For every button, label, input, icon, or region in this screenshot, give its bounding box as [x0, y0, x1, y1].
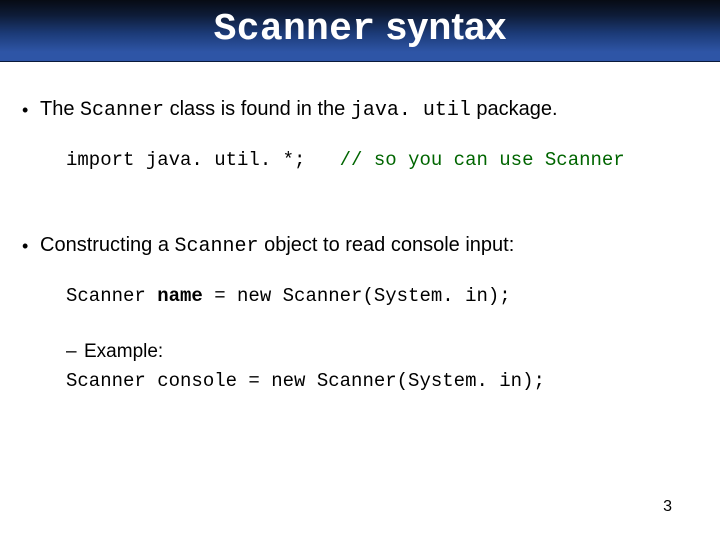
b1-code1: Scanner: [80, 99, 164, 122]
b2-post: object to read console input:: [259, 234, 515, 256]
code2-name: name: [157, 285, 203, 307]
slide-content: The Scanner class is found in the java. …: [0, 62, 720, 395]
code-import: import java. util. *; // so you can use …: [66, 148, 698, 174]
sub-label: Example:: [84, 341, 163, 362]
sub-code: Scanner console = new Scanner(System. in…: [66, 369, 698, 395]
bullet-dot-icon: [22, 232, 40, 260]
code2-p1: Scanner: [66, 285, 157, 307]
b1-code2: java. util: [351, 99, 471, 122]
title-code: Scanner: [214, 8, 376, 51]
bullet-2: Constructing a Scanner object to read co…: [22, 232, 698, 260]
code-import-comment: // so you can use Scanner: [340, 149, 625, 171]
slide-title: Scanner syntax: [0, 6, 720, 51]
code-import-stmt: import java. util. *;: [66, 149, 340, 171]
sub-bullet: Example: Scanner console = new Scanner(S…: [66, 339, 698, 394]
code-construct: Scanner name = new Scanner(System. in);: [66, 284, 698, 310]
bullet-2-text: Constructing a Scanner object to read co…: [40, 232, 698, 260]
b1-pre: The: [40, 98, 80, 120]
b2-pre: Constructing a: [40, 234, 175, 256]
b1-mid: class is found in the: [164, 98, 351, 120]
code2-p2: = new Scanner(System. in);: [203, 285, 511, 307]
title-band: Scanner syntax: [0, 0, 720, 62]
b1-post: package.: [471, 98, 558, 120]
bullet-1: The Scanner class is found in the java. …: [22, 96, 698, 124]
bullet-1-text: The Scanner class is found in the java. …: [40, 96, 698, 124]
bullet-dot-icon: [22, 96, 40, 124]
dash-icon: [66, 339, 84, 365]
title-rest: syntax: [375, 6, 506, 48]
slide: Scanner syntax The Scanner class is foun…: [0, 0, 720, 540]
page-number: 3: [663, 498, 672, 516]
b2-code: Scanner: [175, 235, 259, 258]
